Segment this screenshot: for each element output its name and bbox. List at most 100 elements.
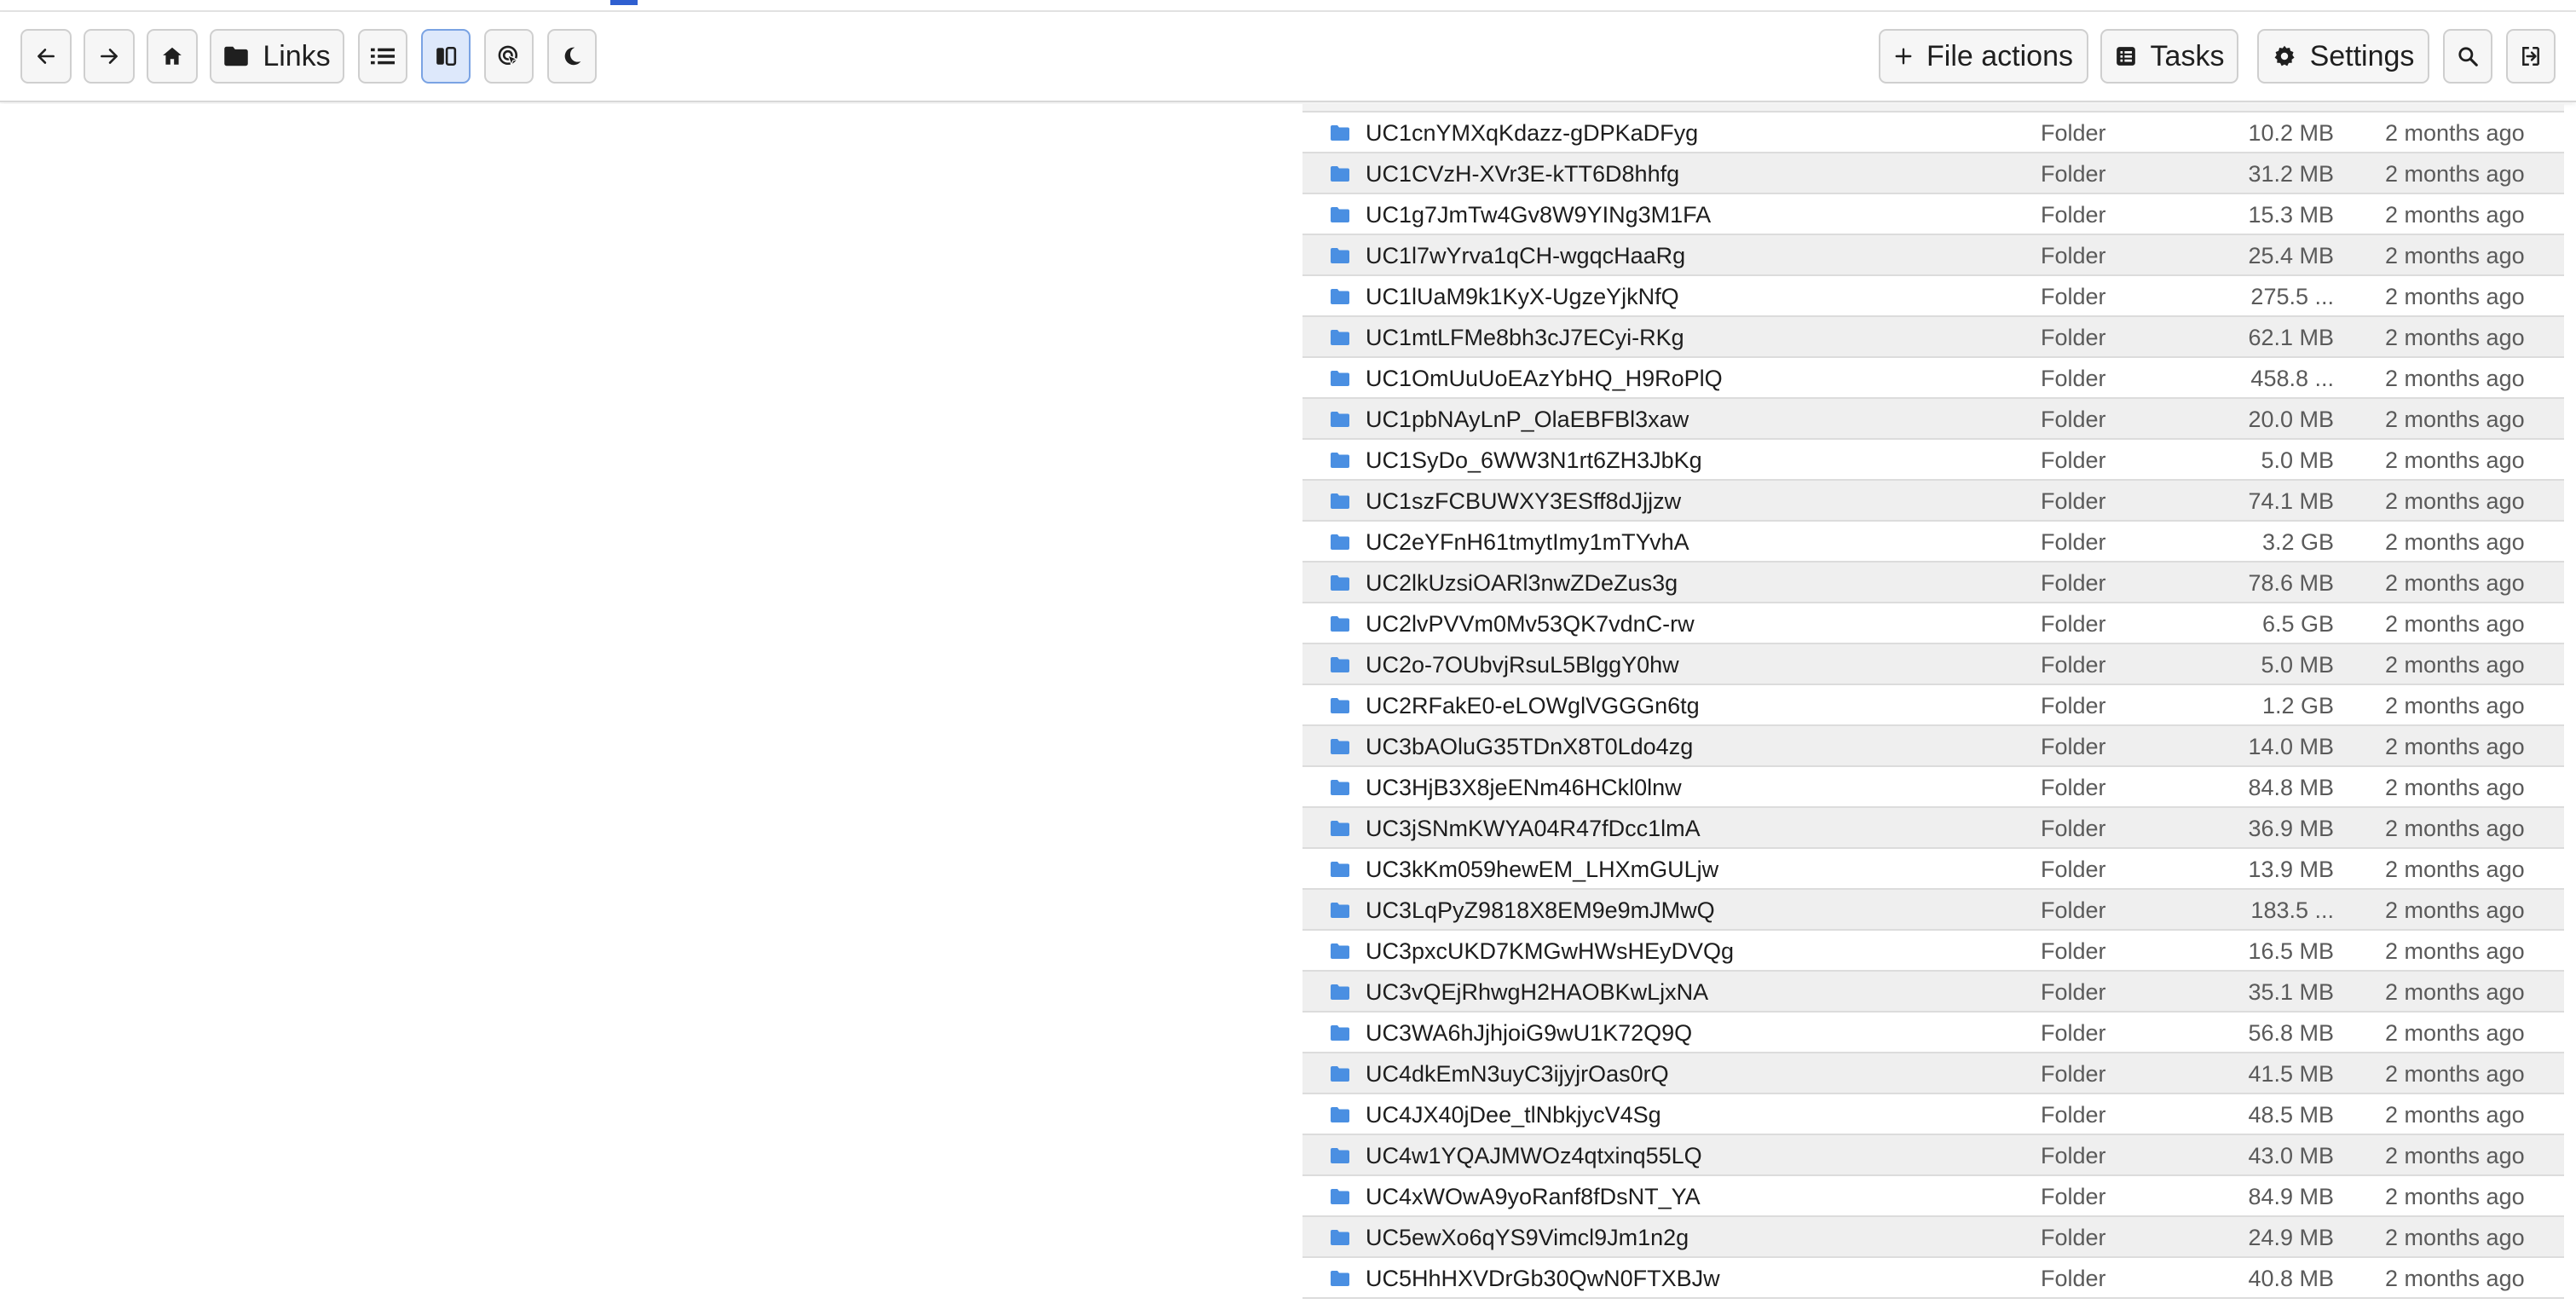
file-name[interactable]: UC1SyDo_6WW3N1rt6ZH3JbKg <box>1366 447 1702 474</box>
file-name[interactable]: UC1pbNAyLnP_OlaEBFBl3xaw <box>1366 407 1689 433</box>
file-row[interactable]: UC2o-7OUbvjRsuL5BlggY0hw Folder 5.0 MB 2 mo… <box>1302 644 2564 685</box>
file-name[interactable]: UC2lkUzsiOARl3nwZDeZus3g <box>1366 570 1678 597</box>
file-name[interactable]: UC2RFakE0-eLOWglVGGGn6tg <box>1366 693 1700 719</box>
file-modified: 2 months ago <box>2385 284 2525 309</box>
file-row[interactable]: UC3HjB3X8jeENm46HCkl0lnw Folder 84.8 MB 2 m… <box>1302 767 2564 808</box>
file-row[interactable]: UC3WA6hJjhjoiG9wU1K72Q9Q Folder 56.8 MB 2 m… <box>1302 1013 2564 1053</box>
file-size: 275.5 ... <box>2250 284 2334 309</box>
list-view-button[interactable] <box>358 29 407 84</box>
file-type: Folder <box>2041 325 2106 350</box>
file-row[interactable]: UC2RFakE0-eLOWglVGGGn6tg Folder 1.2 GB 2 mo… <box>1302 685 2564 726</box>
file-name[interactable]: UC3WA6hJjhjoiG9wU1K72Q9Q <box>1366 1020 1692 1047</box>
file-row[interactable]: UC1mtLFMe8bh3cJ7ECyi-RKg Folder 62.1 MB 2 m… <box>1302 317 2564 358</box>
folder-icon <box>1331 862 1349 877</box>
file-name[interactable]: UC3LqPyZ9818X8EM9e9mJMwQ <box>1366 897 1715 924</box>
file-row[interactable]: UC2eYFnH61tmytImy1mTYvhA Folder 3.2 GB 2 mo… <box>1302 522 2564 563</box>
file-row[interactable]: UC2lkUzsiOARl3nwZDeZus3g Folder 78.6 MB 2 m… <box>1302 563 2564 603</box>
file-modified: 2 months ago <box>2385 570 2525 596</box>
file-modified: 2 months ago <box>2385 1184 2525 1209</box>
file-modified: 2 months ago <box>2385 120 2525 146</box>
dark-mode-button[interactable] <box>547 29 597 84</box>
file-row[interactable]: UC3kKm059hewEM_LHXmGULjw Folder 13.9 MB 2 m… <box>1302 849 2564 890</box>
search-button[interactable] <box>2443 29 2492 84</box>
file-name[interactable]: UC2lvPVVm0Mv53QK7vdnC-rw <box>1366 611 1695 638</box>
file-name[interactable]: UC1szFCBUWXY3ESff8dJjjzw <box>1366 488 1681 515</box>
file-modified: 2 months ago <box>2385 1225 2525 1250</box>
file-type: Folder <box>2041 120 2106 146</box>
file-name[interactable]: UC5HhHXVDrGb30QwN0FTXBJw <box>1366 1266 1720 1292</box>
file-name[interactable]: UC1l7wYrva1qCH-wgqcHaaRg <box>1366 243 1685 269</box>
home-button[interactable] <box>147 29 198 84</box>
folder-icon <box>1331 371 1349 386</box>
select-mode-button[interactable] <box>484 29 534 84</box>
file-modified: 2 months ago <box>2385 857 2525 882</box>
file-name[interactable]: UC3jSNmKWYA04R47fDcc1lmA <box>1366 816 1701 842</box>
file-name[interactable]: UC1CVzH-XVr3E-kTT6D8hhfg <box>1366 161 1679 188</box>
moon-icon <box>564 47 581 66</box>
file-size: 43.0 MB <box>2248 1143 2334 1168</box>
file-row[interactable]: UC1szFCBUWXY3ESff8dJjjzw Folder 74.1 MB 2 m… <box>1302 481 2564 522</box>
list-icon <box>371 48 395 65</box>
file-row[interactable]: UC1g7JmTw4Gv8W9YINg3M1FA Folder 15.3 MB 2 m… <box>1302 194 2564 235</box>
columns-view-button[interactable] <box>421 29 471 84</box>
file-name[interactable]: UC4w1YQAJMWOz4qtxinq55LQ <box>1366 1143 1702 1169</box>
logout-button[interactable] <box>2506 29 2556 84</box>
file-row[interactable]: UC4xWOwA9yoRanf8fDsNT_YA Folder 84.9 MB 2 m… <box>1302 1176 2564 1217</box>
file-name[interactable]: UC3kKm059hewEM_LHXmGULjw <box>1366 857 1718 883</box>
sign-out-icon <box>2522 47 2539 66</box>
file-type: Folder <box>2041 284 2106 309</box>
file-row[interactable]: UC3LqPyZ9818X8EM9e9mJMwQ Folder 183.5 ... 2… <box>1302 890 2564 931</box>
file-name[interactable]: UC3bAOluG35TDnX8T0Ldo4zg <box>1366 734 1693 760</box>
file-size: 13.9 MB <box>2248 857 2334 882</box>
file-name[interactable]: UC2eYFnH61tmytImy1mTYvhA <box>1366 529 1689 556</box>
file-row[interactable]: UC3jSNmKWYA04R47fDcc1lmA Folder 36.9 MB 2 m… <box>1302 808 2564 849</box>
file-name[interactable]: UC2o-7OUbvjRsuL5BlggY0hw <box>1366 652 1679 678</box>
file-row[interactable]: UC3vQEjRhwgH2HAOBKwLjxNA Folder 35.1 MB 2 m… <box>1302 972 2564 1013</box>
toolbar: Links File actions Tasks Settings <box>0 12 2576 102</box>
file-row[interactable]: UC3pxcUKD7KMGwHWsHEyDVQg Folder 16.5 MB 2 m… <box>1302 931 2564 972</box>
file-type: Folder <box>2041 570 2106 596</box>
forward-button[interactable] <box>84 29 135 84</box>
file-row[interactable]: UC1pbNAyLnP_OlaEBFBl3xaw Folder 20.0 MB 2 m… <box>1302 399 2564 440</box>
file-row[interactable]: UC3bAOluG35TDnX8T0Ldo4zg Folder 14.0 MB 2 m… <box>1302 726 2564 767</box>
file-row[interactable]: UC4w1YQAJMWOz4qtxinq55LQ Folder 43.0 MB 2 m… <box>1302 1135 2564 1176</box>
file-row[interactable]: UC1OmUuUoEAzYbHQ_H9RoPlQ Folder 458.8 ... 2… <box>1302 358 2564 399</box>
file-row[interactable]: UC1CVzH-XVr3E-kTT6D8hhfg Folder 31.2 MB 2 m… <box>1302 153 2564 194</box>
file-row[interactable]: UC1l7wYrva1qCH-wgqcHaaRg Folder 25.4 MB 2 m… <box>1302 235 2564 276</box>
file-size: 24.9 MB <box>2248 1225 2334 1250</box>
file-type: Folder <box>2041 447 2106 473</box>
file-type: Folder <box>2041 775 2106 800</box>
tasks-button[interactable]: Tasks <box>2100 29 2238 84</box>
file-row[interactable]: UC1lUaM9k1KyX-UgzeYjkNfQ Folder 275.5 ... 2… <box>1302 276 2564 317</box>
file-actions-button[interactable]: File actions <box>1879 29 2088 84</box>
file-row[interactable]: UC4dkEmN3uyC3ijyjrOas0rQ Folder 41.5 MB 2 m… <box>1302 1053 2564 1094</box>
file-row[interactable]: UC2lvPVVm0Mv53QK7vdnC-rw Folder 6.5 GB 2 mo… <box>1302 603 2564 644</box>
file-name[interactable]: UC1OmUuUoEAzYbHQ_H9RoPlQ <box>1366 366 1723 392</box>
file-name[interactable]: UC1lUaM9k1KyX-UgzeYjkNfQ <box>1366 284 1679 310</box>
file-row[interactable]: UC5ewXo6qYS9Vimcl9Jm1n2g Folder 24.9 MB 2 m… <box>1302 1217 2564 1258</box>
file-name[interactable]: UC5ewXo6qYS9Vimcl9Jm1n2g <box>1366 1225 1689 1251</box>
arrow-left-icon <box>38 49 55 64</box>
settings-button[interactable]: Settings <box>2257 29 2429 84</box>
file-modified: 2 months ago <box>2385 897 2525 923</box>
file-list: UC1cnYMXqKdazz-gDPKaDFyg Folder 10.2 MB 2 m… <box>1302 104 2564 1304</box>
file-name[interactable]: UC4JX40jDee_tlNbkjycV4Sg <box>1366 1102 1661 1128</box>
links-button[interactable]: Links <box>210 29 344 84</box>
file-row[interactable]: UC5HhHXVDrGb30QwN0FTXBJw Folder 40.8 MB 2 m… <box>1302 1258 2564 1299</box>
file-name[interactable]: UC4xWOwA9yoRanf8fDsNT_YA <box>1366 1184 1701 1210</box>
file-name[interactable]: UC4dkEmN3uyC3ijyjrOas0rQ <box>1366 1061 1669 1088</box>
file-modified: 2 months ago <box>2385 734 2525 759</box>
file-name[interactable]: UC1cnYMXqKdazz-gDPKaDFyg <box>1366 120 1698 147</box>
file-name[interactable]: UC3pxcUKD7KMGwHWsHEyDVQg <box>1366 938 1734 965</box>
file-name[interactable]: UC1g7JmTw4Gv8W9YINg3M1FA <box>1366 202 1711 228</box>
file-name[interactable]: UC1mtLFMe8bh3cJ7ECyi-RKg <box>1366 325 1684 351</box>
file-row[interactable]: UC1SyDo_6WW3N1rt6ZH3JbKg Folder 5.0 MB 2 mo… <box>1302 440 2564 481</box>
file-row[interactable]: UC4JX40jDee_tlNbkjycV4Sg Folder 48.5 MB 2 m… <box>1302 1094 2564 1135</box>
file-size: 15.3 MB <box>2248 202 2334 228</box>
file-name[interactable]: UC3vQEjRhwgH2HAOBKwLjxNA <box>1366 979 1708 1006</box>
file-row[interactable]: UC1cnYMXqKdazz-gDPKaDFyg Folder 10.2 MB 2 m… <box>1302 113 2564 153</box>
file-name[interactable]: UC3HjB3X8jeENm46HCkl0lnw <box>1366 775 1682 801</box>
file-type: Folder <box>2041 857 2106 882</box>
back-button[interactable] <box>20 29 72 84</box>
folder-icon <box>1331 289 1349 304</box>
